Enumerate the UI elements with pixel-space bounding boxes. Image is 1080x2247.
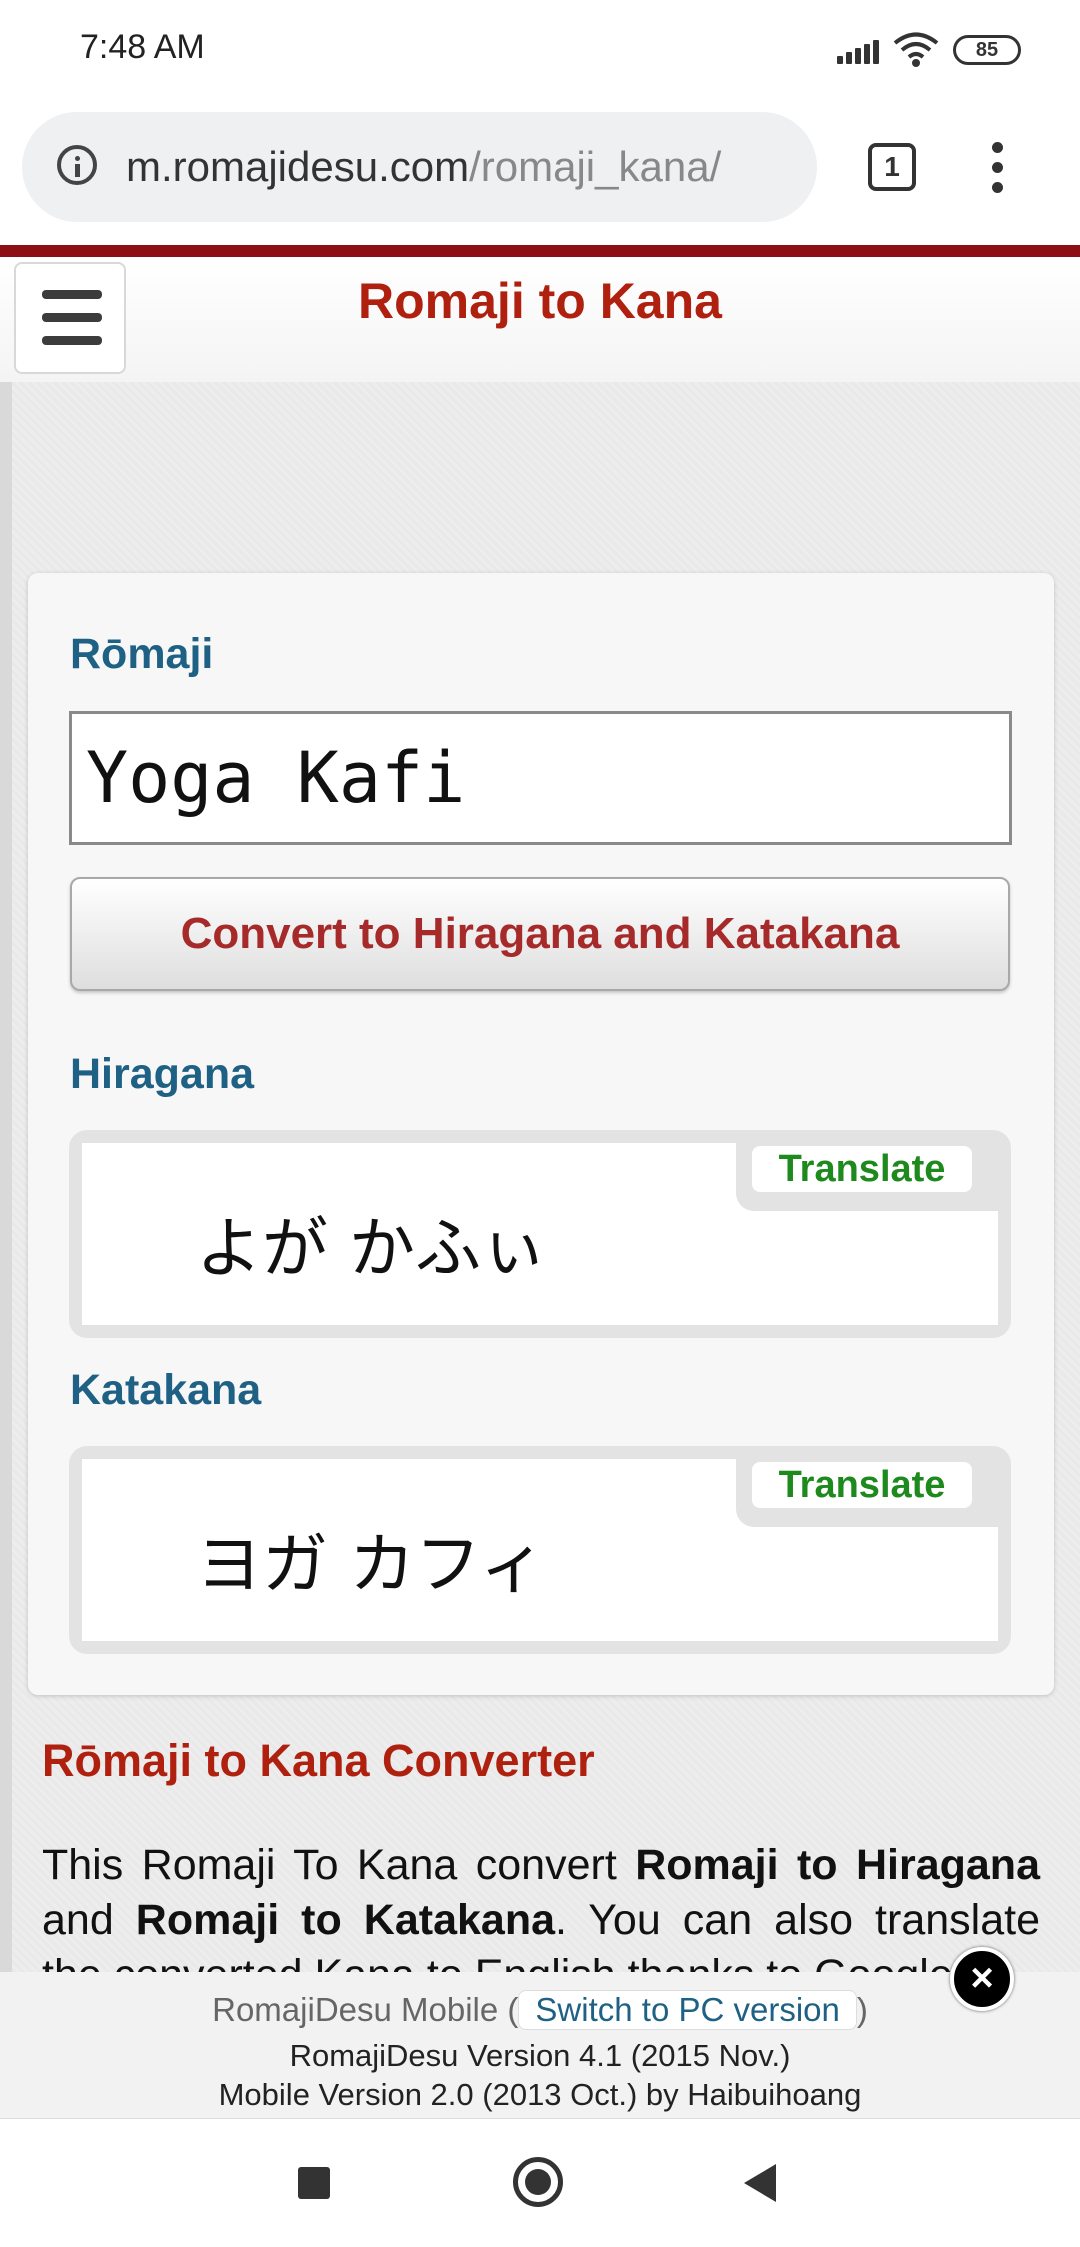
page-edge <box>0 382 12 1972</box>
hiragana-result: よが かふぃ <box>196 1210 547 1287</box>
wifi-icon <box>893 32 939 67</box>
convert-button[interactable]: Convert to Hiragana and Katakana <box>70 877 1010 991</box>
romaji-input[interactable] <box>69 711 1012 845</box>
tab-switcher-button[interactable]: 1 <box>868 143 916 191</box>
back-icon[interactable] <box>744 2164 776 2202</box>
hamburger-menu-icon[interactable] <box>14 262 126 374</box>
katakana-label: Katakana <box>70 1366 262 1414</box>
article-text-1: This Romaji To Kana convert <box>42 1841 636 1889</box>
footer-mobile-label: RomajiDesu Mobile <box>212 1991 499 2028</box>
url-text[interactable]: m.romajidesu.com/romaji_kana/ <box>126 143 721 191</box>
hiragana-translate-button[interactable]: Translate <box>752 1146 972 1192</box>
recents-icon[interactable] <box>298 2167 330 2199</box>
info-icon[interactable] <box>57 145 97 185</box>
header-accent-bar <box>0 245 1080 257</box>
article-bold-2: Romaji to Katakana <box>135 1896 555 1944</box>
battery-icon: 85 <box>953 35 1021 65</box>
footer-mobile-line: RomajiDesu Mobile (Switch to PC version) <box>212 1990 868 2030</box>
translate-tab: Translate <box>736 1143 998 1211</box>
romaji-label: Rōmaji <box>70 630 214 678</box>
status-time: 7:48 AM <box>80 28 205 66</box>
hiragana-result-box: よが かふぃ Translate <box>69 1130 1011 1338</box>
katakana-result-box: ヨガ カフィ Translate <box>69 1446 1011 1654</box>
url-path: /romaji_kana/ <box>469 143 722 190</box>
url-host: m.romajidesu.com <box>126 143 470 190</box>
close-icon[interactable]: × <box>950 1947 1014 2011</box>
page-title: Romaji to Kana <box>358 273 722 329</box>
signal-icon <box>837 40 883 64</box>
article-text-2: and <box>42 1896 136 1944</box>
article-bold-1: Romaji to Hiragana <box>635 1841 1040 1889</box>
hiragana-label: Hiragana <box>70 1050 255 1098</box>
translate-tab: Translate <box>736 1459 998 1527</box>
footer-mobile-version: Mobile Version 2.0 (2013 Oct.) by Haibui… <box>218 2077 862 2112</box>
more-options-icon[interactable] <box>990 142 1006 194</box>
katakana-result: ヨガ カフィ <box>196 1526 546 1603</box>
article-heading: Rōmaji to Kana Converter <box>42 1735 595 1786</box>
footer-version: RomajiDesu Version 4.1 (2015 Nov.) <box>289 2038 791 2073</box>
switch-pc-button[interactable]: Switch to PC version <box>518 1990 857 2030</box>
home-icon[interactable] <box>513 2157 563 2207</box>
katakana-translate-button[interactable]: Translate <box>752 1462 972 1508</box>
